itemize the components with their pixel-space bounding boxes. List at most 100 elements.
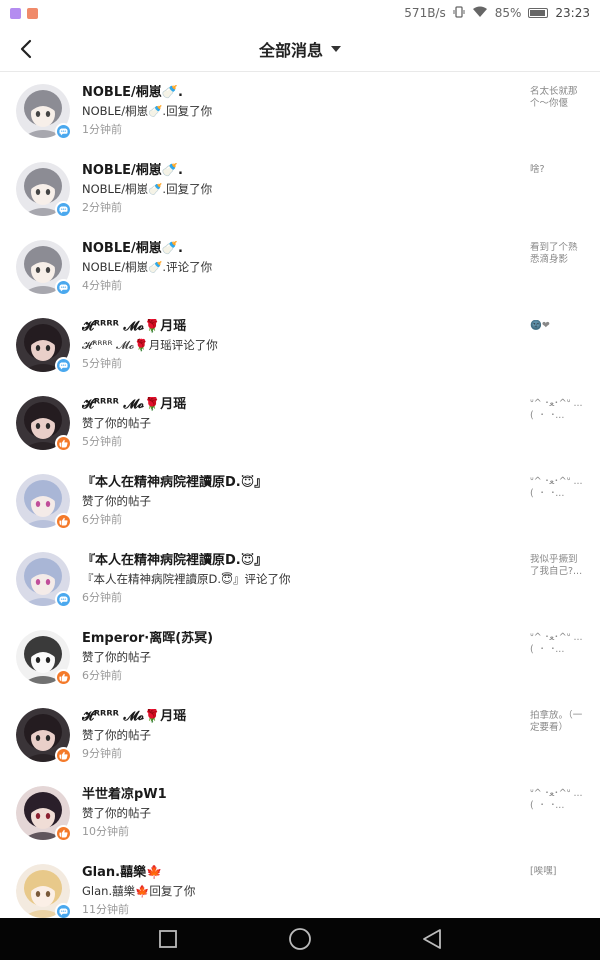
comment-badge — [55, 903, 72, 918]
avatar[interactable] — [16, 162, 72, 218]
avatar[interactable] — [16, 318, 72, 374]
status-app-icons — [10, 7, 38, 19]
home-button[interactable] — [287, 926, 313, 952]
post-preview[interactable]: ᐡ^ ･ﻌ･^ᐡ ... ( ･ ･... — [530, 398, 586, 422]
sender-name[interactable]: Emperor·离晖(苏冥) — [82, 631, 522, 647]
message-item[interactable]: Emperor·离晖(苏冥) 赞了你的帖子 6分钟前 ᐡ^ ･ﻌ･^ᐡ ... … — [0, 619, 600, 697]
message-item[interactable]: 𝓗ᴿᴿᴿᴿ 𝓜𝓸🌹月瑶 𝓗ᴿᴿᴿᴿ 𝓜𝓸🌹月瑶评论了你 5分钟前 🌚❤ — [0, 307, 600, 385]
post-preview[interactable]: ᐡ^ ･ﻌ･^ᐡ ... ( ･ ･... — [530, 632, 586, 656]
comment-badge — [55, 591, 72, 608]
post-preview[interactable]: [唉嘿] — [530, 866, 586, 878]
battery-percent: 85% — [494, 6, 522, 20]
sender-name[interactable]: NOBLE/桐崽🍼. — [82, 241, 522, 257]
page-title: 全部消息 — [258, 40, 323, 60]
message-time: 6分钟前 — [82, 513, 122, 526]
comment-icon — [59, 361, 68, 370]
message-item[interactable]: 𝓗ᴿᴿᴿᴿ 𝓜𝓸🌹月瑶 赞了你的帖子 9分钟前 拍拿放。（一定要看） — [0, 697, 600, 775]
post-preview[interactable]: 拍拿放。（一定要看） — [530, 710, 586, 734]
circle-icon — [289, 928, 311, 950]
wifi-icon — [472, 6, 488, 21]
sender-name[interactable]: Glan.囍樂🍁 — [82, 865, 522, 881]
message-action: NOBLE/桐崽🍼.评论了你 — [82, 260, 213, 274]
caret-down-icon — [331, 45, 341, 52]
sender-name[interactable]: NOBLE/桐崽🍼. — [82, 85, 522, 101]
message-content: 𝓗ᴿᴿᴿᴿ 𝓜𝓸🌹月瑶 赞了你的帖子 5分钟前 — [82, 397, 522, 450]
like-badge — [55, 825, 72, 842]
message-content: 『本人在精神病院裡讀原D.😇』 赞了你的帖子 6分钟前 — [82, 475, 522, 528]
avatar[interactable] — [16, 552, 72, 608]
message-content: 𝓗ᴿᴿᴿᴿ 𝓜𝓸🌹月瑶 赞了你的帖子 9分钟前 — [82, 709, 522, 762]
message-action: 赞了你的帖子 — [82, 728, 151, 742]
avatar[interactable] — [16, 630, 72, 686]
sender-name[interactable]: 『本人在精神病院裡讀原D.😇』 — [82, 553, 522, 569]
comment-badge — [55, 357, 72, 374]
post-preview[interactable]: 名太长就那个～你偃 — [530, 86, 586, 110]
thumbs-up-icon — [59, 439, 68, 448]
back-button[interactable] — [14, 36, 38, 62]
post-preview[interactable]: 🌚❤ — [530, 320, 586, 332]
like-badge — [55, 513, 72, 530]
comment-icon — [59, 283, 68, 292]
message-filter-dropdown[interactable]: 全部消息 — [259, 37, 341, 61]
header-bar: 全部消息 — [0, 26, 600, 72]
like-badge — [55, 669, 72, 686]
message-content: 半世着凉pW1 赞了你的帖子 10分钟前 — [82, 787, 522, 840]
thumbs-up-icon — [59, 673, 68, 682]
sender-name[interactable]: 𝓗ᴿᴿᴿᴿ 𝓜𝓸🌹月瑶 — [82, 709, 522, 725]
message-item[interactable]: NOBLE/桐崽🍼. NOBLE/桐崽🍼.评论了你 4分钟前 看到了个熟悉滴身影 — [0, 229, 600, 307]
message-content: NOBLE/桐崽🍼. NOBLE/桐崽🍼.评论了你 4分钟前 — [82, 241, 522, 294]
message-item[interactable]: 『本人在精神病院裡讀原D.😇』 『本人在精神病院裡讀原D.😇』评论了你 6分钟前… — [0, 541, 600, 619]
avatar[interactable] — [16, 396, 72, 452]
vibrate-icon — [453, 5, 465, 21]
avatar[interactable] — [16, 786, 72, 842]
message-time: 6分钟前 — [82, 669, 122, 682]
sender-name[interactable]: 半世着凉pW1 — [82, 787, 522, 803]
message-item[interactable]: 『本人在精神病院裡讀原D.😇』 赞了你的帖子 6分钟前 ᐡ^ ･ﻌ･^ᐡ ...… — [0, 463, 600, 541]
back-nav-button[interactable] — [419, 926, 445, 952]
comment-icon — [59, 127, 68, 136]
post-preview[interactable]: 看到了个熟悉滴身影 — [530, 242, 586, 266]
message-time: 10分钟前 — [82, 825, 129, 838]
message-time: 1分钟前 — [82, 123, 122, 136]
network-speed: 571B/s — [404, 6, 446, 20]
message-item[interactable]: 半世着凉pW1 赞了你的帖子 10分钟前 ᐡ^ ･ﻌ･^ᐡ ... ( ･ ･.… — [0, 775, 600, 853]
sender-name[interactable]: NOBLE/桐崽🍼. — [82, 163, 522, 179]
message-action: NOBLE/桐崽🍼.回复了你 — [82, 182, 213, 196]
message-action: 赞了你的帖子 — [82, 416, 151, 430]
comment-badge — [55, 201, 72, 218]
sender-name[interactable]: 『本人在精神病院裡讀原D.😇』 — [82, 475, 522, 491]
message-item[interactable]: NOBLE/桐崽🍼. NOBLE/桐崽🍼.回复了你 2分钟前 啥? — [0, 151, 600, 229]
avatar[interactable] — [16, 474, 72, 530]
sender-name[interactable]: 𝓗ᴿᴿᴿᴿ 𝓜𝓸🌹月瑶 — [82, 397, 522, 413]
message-time: 5分钟前 — [82, 435, 122, 448]
message-content: Glan.囍樂🍁 Glan.囍樂🍁回复了你 11分钟前 — [82, 865, 522, 918]
message-item[interactable]: Glan.囍樂🍁 Glan.囍樂🍁回复了你 11分钟前 [唉嘿] — [0, 853, 600, 918]
message-content: 𝓗ᴿᴿᴿᴿ 𝓜𝓸🌹月瑶 𝓗ᴿᴿᴿᴿ 𝓜𝓸🌹月瑶评论了你 5分钟前 — [82, 319, 522, 372]
app-notification-icon — [10, 7, 21, 19]
post-preview[interactable]: ᐡ^ ･ﻌ･^ᐡ ... ( ･ ･... — [530, 476, 586, 500]
recent-apps-button[interactable] — [155, 926, 181, 952]
message-list[interactable]: NOBLE/桐崽🍼. NOBLE/桐崽🍼.回复了你 1分钟前 名太长就那个～你偃… — [0, 73, 600, 918]
message-content: NOBLE/桐崽🍼. NOBLE/桐崽🍼.回复了你 2分钟前 — [82, 163, 522, 216]
message-action: 𝓗ᴿᴿᴿᴿ 𝓜𝓸🌹月瑶评论了你 — [82, 338, 218, 352]
post-preview[interactable]: ᐡ^ ･ﻌ･^ᐡ ... ( ･ ･... — [530, 788, 586, 812]
thumbs-up-icon — [59, 751, 68, 760]
like-badge — [55, 435, 72, 452]
post-preview[interactable]: 啥? — [530, 164, 586, 176]
like-badge — [55, 747, 72, 764]
battery-icon — [528, 8, 549, 18]
message-item[interactable]: 𝓗ᴿᴿᴿᴿ 𝓜𝓸🌹月瑶 赞了你的帖子 5分钟前 ᐡ^ ･ﻌ･^ᐡ ... ( ･… — [0, 385, 600, 463]
post-preview[interactable]: 我似乎撅到了我自己?... — [530, 554, 586, 578]
app-notification-icon — [27, 7, 38, 19]
avatar[interactable] — [16, 84, 72, 140]
square-icon — [159, 930, 177, 948]
avatar[interactable] — [16, 864, 72, 918]
message-item[interactable]: NOBLE/桐崽🍼. NOBLE/桐崽🍼.回复了你 1分钟前 名太长就那个～你偃 — [0, 73, 600, 151]
avatar[interactable] — [16, 708, 72, 764]
system-nav-bar — [0, 918, 600, 960]
sender-name[interactable]: 𝓗ᴿᴿᴿᴿ 𝓜𝓸🌹月瑶 — [82, 319, 522, 335]
message-time: 6分钟前 — [82, 591, 122, 604]
message-content: Emperor·离晖(苏冥) 赞了你的帖子 6分钟前 — [82, 631, 522, 684]
avatar[interactable] — [16, 240, 72, 296]
message-time: 9分钟前 — [82, 747, 122, 760]
